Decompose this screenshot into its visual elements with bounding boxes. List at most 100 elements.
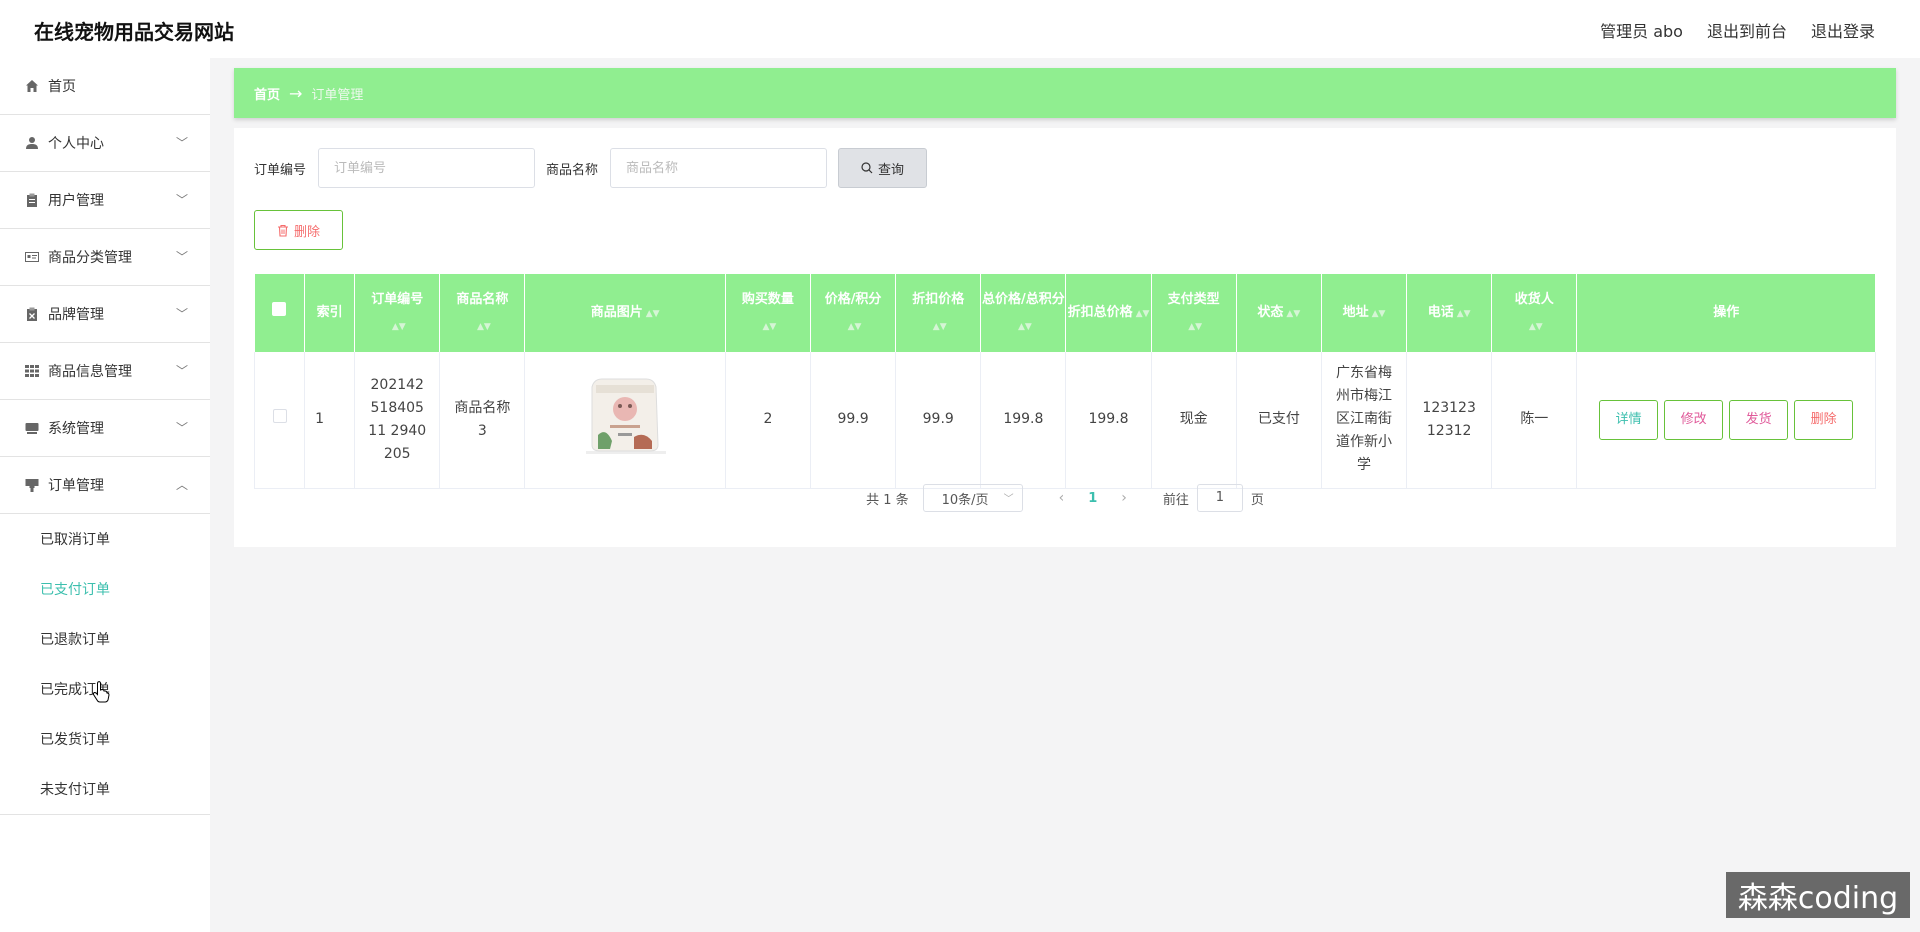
page-number-current[interactable]: 1 (1088, 491, 1097, 506)
order-number-input[interactable] (318, 148, 536, 188)
top-bar: 在线宠物用品交易网站 管理员 abo 退出到前台 退出登录 (0, 0, 1920, 58)
sidebar-item-system-management[interactable]: 系统管理 ﹀ (0, 400, 210, 457)
user-icon (24, 136, 39, 151)
delete-button[interactable]: 删除 (1794, 399, 1854, 440)
sort-icon[interactable]: ▲▼ (848, 322, 862, 332)
column-header[interactable]: 支付类型 ▲▼ (1151, 274, 1237, 352)
select-all-checkbox[interactable] (272, 302, 287, 316)
sidebar-item-category-management[interactable]: 商品分类管理 ﹀ (0, 229, 210, 286)
column-header[interactable]: 折扣总价格 ▲▼ (1065, 274, 1152, 352)
sort-icon[interactable]: ▲▼ (762, 322, 776, 332)
cell-product-image (524, 352, 726, 489)
column-header[interactable]: 价格/积分 ▲▼ (810, 274, 897, 352)
sort-icon[interactable]: ▲▼ (1457, 309, 1471, 319)
column-header: 操作 (1576, 274, 1876, 352)
prev-page-icon[interactable]: ‹ (1059, 490, 1065, 506)
goto-label: 前往 (1162, 492, 1189, 508)
order-panel: 订单编号 商品名称 查询 删除 索引 订单编号▲▼ 商品名称▲▼ (234, 128, 1896, 547)
order-icon (24, 478, 39, 493)
sidebar-item-personal-center[interactable]: 个人中心 ﹀ (0, 115, 210, 172)
goto-page-input[interactable]: 1 (1196, 484, 1243, 512)
sidebar-item-user-management[interactable]: 用户管理 ﹀ (0, 172, 210, 229)
search-form: 订单编号 商品名称 查询 (254, 148, 928, 188)
column-header[interactable]: 商品名称 ▲▼ (439, 274, 526, 352)
cell-phone: 12312312312 (1406, 352, 1493, 489)
sidebar-item-product-management[interactable]: 商品信息管理 ﹀ (0, 343, 210, 400)
order-table: 索引 订单编号 ▲▼ 商品名称 ▲▼ 商品图片 ▲▼ 购买数量 ▲▼ 价格/积分 ▲▼ 折… (253, 274, 1876, 489)
cell-product-name: 商品名称3 (439, 352, 526, 489)
chevron-down-icon: ﹀ (1003, 494, 1014, 505)
column-header[interactable]: 折扣价格 ▲▼ (895, 274, 982, 352)
batch-delete-label: 删除 (293, 224, 320, 240)
sidebar-subitem-refunded-orders[interactable]: 已退款订单 (0, 614, 210, 664)
search-button-label: 查询 (878, 162, 905, 178)
cell-index: 1 (304, 352, 356, 489)
sort-icon[interactable]: ▲▼ (1372, 309, 1386, 319)
batch-delete-button[interactable]: 删除 (254, 210, 343, 250)
sidebar-subitem-shipped-orders[interactable]: 已发货订单 (0, 714, 210, 764)
cell-receiver: 陈一 (1491, 352, 1578, 489)
sidebar-item-order-management[interactable]: 订单管理 ︿ (0, 457, 210, 514)
sidebar: 首页 个人中心 ﹀ 用户管理 ﹀ 商品分类管理 ﹀ 品牌管理 ﹀ 商品信息管理 … (0, 58, 210, 932)
sort-icon[interactable]: ▲▼ (1188, 322, 1202, 332)
column-header[interactable]: 总价格/总积分▲▼ (980, 274, 1067, 352)
sort-icon[interactable]: ▲▼ (933, 322, 947, 332)
detail-button[interactable]: 详情 (1599, 399, 1659, 440)
row-checkbox[interactable] (272, 409, 287, 424)
chevron-down-icon: ﹀ (175, 364, 188, 378)
cell-price: 99.9 (810, 352, 897, 489)
pagination: 共 1 条 10条/页 ﹀ ‹ 1 › 前往 1 页 (234, 483, 1896, 513)
site-title: 在线宠物用品交易网站 (34, 20, 234, 44)
ship-button[interactable]: 发货 (1729, 399, 1789, 440)
breadcrumb-home[interactable]: 首页 (254, 84, 280, 103)
sort-icon[interactable]: ▲▼ (1529, 322, 1543, 332)
sidebar-item-label: 品牌管理 (48, 307, 104, 323)
cell-discount-total: 199.8 (1065, 352, 1152, 489)
chevron-down-icon: ﹀ (175, 421, 188, 435)
sort-icon[interactable]: ▲▼ (646, 309, 660, 319)
column-header[interactable]: 购买数量 ▲▼ (725, 274, 811, 352)
cell-pay-type: 现金 (1151, 352, 1237, 489)
sidebar-subitem-cancelled-orders[interactable]: 已取消订单 (0, 514, 210, 564)
column-header[interactable]: 状态 ▲▼ (1236, 274, 1322, 352)
sort-icon[interactable]: ▲▼ (1018, 322, 1032, 332)
main-content: 首页 → 订单管理 订单编号 商品名称 查询 删除 索引 (210, 58, 1920, 932)
sidebar-item-label: 用户管理 (48, 193, 104, 209)
top-links: 管理员 abo 退出到前台 退出登录 (1600, 18, 1875, 42)
sort-icon[interactable]: ▲▼ (477, 322, 491, 332)
column-header[interactable]: 收货人 ▲▼ (1491, 274, 1578, 352)
next-page-icon[interactable]: › (1121, 490, 1127, 506)
sort-icon[interactable]: ▲▼ (1286, 309, 1300, 319)
pagination-total: 共 1 条 (866, 492, 909, 508)
sort-icon[interactable]: ▲▼ (1136, 309, 1150, 319)
page-suffix: 页 (1250, 492, 1264, 508)
exit-to-front-link[interactable]: 退出到前台 (1707, 18, 1787, 42)
column-header: 索引 (304, 274, 356, 352)
sidebar-item-brand-management[interactable]: 品牌管理 ﹀ (0, 286, 210, 343)
page-size-value: 10条/页 (941, 492, 989, 508)
grid-icon (24, 364, 39, 379)
logout-link[interactable]: 退出登录 (1811, 18, 1875, 42)
column-header[interactable]: 地址 ▲▼ (1321, 274, 1408, 352)
admin-label[interactable]: 管理员 abo (1600, 18, 1683, 42)
sidebar-item-label: 商品信息管理 (48, 364, 132, 380)
column-header[interactable]: 商品图片 ▲▼ (524, 274, 726, 352)
chevron-down-icon: ﹀ (175, 307, 188, 321)
page-size-select[interactable]: 10条/页 ﹀ (922, 484, 1023, 512)
sidebar-subitem-unpaid-orders[interactable]: 未支付订单 (0, 764, 210, 814)
edit-button[interactable]: 修改 (1664, 399, 1724, 440)
select-all-header (254, 274, 306, 352)
sidebar-item-home[interactable]: 首页 (0, 58, 210, 115)
sort-icon[interactable]: ▲▼ (392, 322, 406, 332)
chevron-down-icon: ﹀ (175, 136, 188, 150)
product-name-input[interactable] (610, 148, 828, 188)
sidebar-item-label: 系统管理 (48, 421, 104, 437)
sidebar-subitem-paid-orders[interactable]: 已支付订单 (0, 564, 210, 614)
hdd-icon (24, 421, 39, 436)
order-number-label: 订单编号 (254, 162, 307, 178)
column-header[interactable]: 电话 ▲▼ (1406, 274, 1493, 352)
search-button[interactable]: 查询 (838, 148, 928, 188)
column-header[interactable]: 订单编号 ▲▼ (354, 274, 441, 352)
chevron-down-icon: ﹀ (175, 250, 188, 264)
table-header-row: 索引 订单编号 ▲▼ 商品名称 ▲▼ 商品图片 ▲▼ 购买数量 ▲▼ 价格/积分 ▲▼ 折… (254, 274, 1876, 352)
